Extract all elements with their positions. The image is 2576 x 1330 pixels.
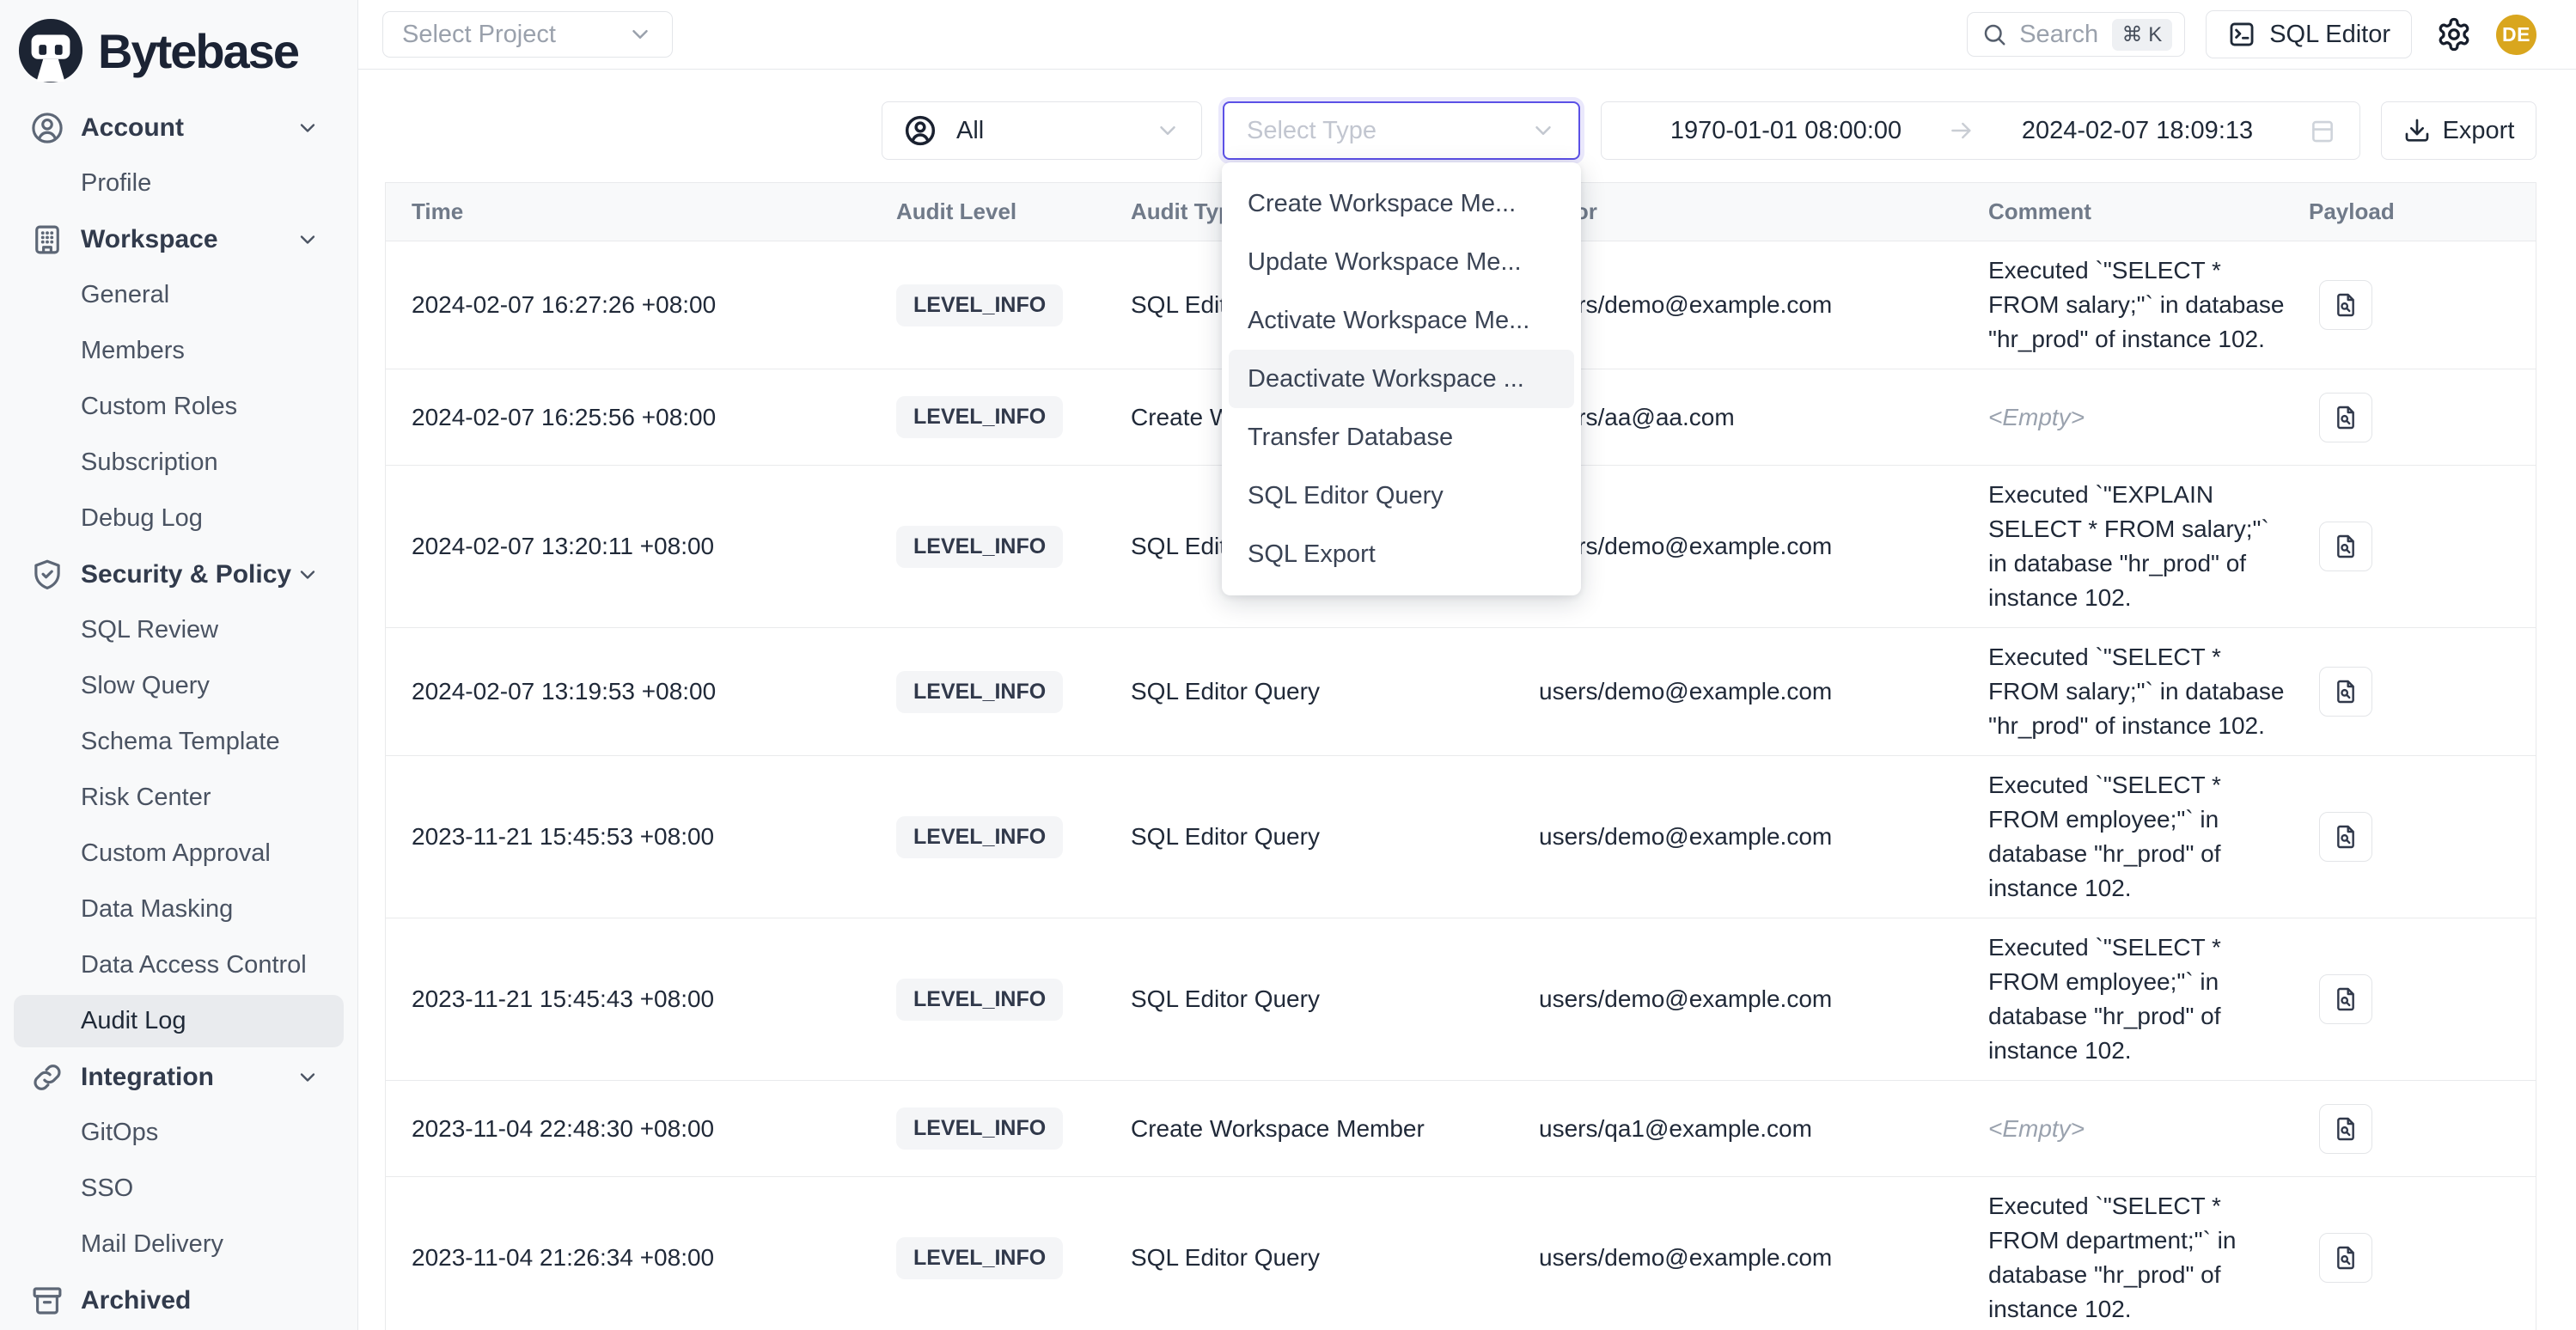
table-row: 2023-11-21 15:45:53 +08:00 LEVEL_INFO SQ…: [386, 756, 2536, 918]
audit-level-badge: LEVEL_INFO: [896, 816, 1063, 858]
sidebar-item-subscription[interactable]: Subscription: [0, 435, 357, 491]
sidebar-item-sql-review[interactable]: SQL Review: [0, 602, 357, 658]
sidebar-item-risk-center[interactable]: Risk Center: [0, 770, 357, 826]
bytebase-logo[interactable]: Bytebase: [0, 0, 357, 96]
type-filter-select[interactable]: Select Type: [1223, 101, 1580, 160]
sidebar-item-slow-query[interactable]: Slow Query: [0, 658, 357, 714]
audit-level-badge: LEVEL_INFO: [896, 671, 1063, 713]
audit-level-badge: LEVEL_INFO: [896, 284, 1063, 326]
payload-view-button[interactable]: [2319, 522, 2372, 571]
sql-editor-button[interactable]: SQL Editor: [2206, 10, 2412, 58]
user-circle-icon: [903, 113, 937, 148]
bytebase-logo-icon: [17, 17, 84, 84]
table-row: 2024-02-07 13:19:53 +08:00 LEVEL_INFO SQ…: [386, 628, 2536, 756]
table-row: 2023-11-04 22:48:30 +08:00 LEVEL_INFO Cr…: [386, 1081, 2536, 1177]
sidebar-item-custom-approval[interactable]: Custom Approval: [0, 826, 357, 882]
sidebar-item-audit-log[interactable]: Audit Log: [14, 995, 344, 1047]
gear-icon[interactable]: [2436, 16, 2472, 52]
menu-item-update-workspace-member[interactable]: Update Workspace Me...: [1229, 233, 1574, 291]
audit-level-badge: LEVEL_INFO: [896, 1107, 1063, 1150]
date-from[interactable]: 1970-01-01 08:00:00: [1624, 117, 1948, 145]
sidebar-item-data-masking[interactable]: Data Masking: [0, 882, 357, 937]
sidebar-section-archived[interactable]: Archived: [0, 1272, 357, 1328]
search-shortcut-badge: ⌘ K: [2112, 19, 2173, 51]
file-search-icon: [2332, 1115, 2359, 1143]
table-row: 2023-11-04 21:26:34 +08:00 LEVEL_INFO SQ…: [386, 1177, 2536, 1330]
menu-item-sql-export[interactable]: SQL Export: [1229, 525, 1574, 583]
topbar: Select Project Search ⌘ K SQL Editor DE: [358, 0, 2576, 70]
chevron-down-icon: [296, 116, 320, 140]
payload-view-button[interactable]: [2319, 667, 2372, 717]
table-row: 2023-11-21 15:45:43 +08:00 LEVEL_INFO SQ…: [386, 918, 2536, 1081]
type-filter-dropdown: Create Workspace Me... Update Workspace …: [1222, 162, 1581, 595]
link-icon: [29, 1059, 65, 1095]
terminal-icon: [2227, 20, 2256, 49]
calendar-icon: [2308, 116, 2337, 145]
file-search-icon: [2332, 404, 2359, 431]
date-to[interactable]: 2024-02-07 18:09:13: [1975, 117, 2299, 145]
sidebar-item-members[interactable]: Members: [0, 323, 357, 379]
menu-item-activate-workspace-member[interactable]: Activate Workspace Me...: [1229, 291, 1574, 350]
actor-filter-select[interactable]: All: [882, 101, 1202, 160]
sidebar-item-gitops[interactable]: GitOps: [0, 1105, 357, 1161]
payload-view-button[interactable]: [2319, 1233, 2372, 1283]
sidebar-item-general[interactable]: General: [0, 267, 357, 323]
menu-item-transfer-database[interactable]: Transfer Database: [1229, 408, 1574, 467]
arrow-right-icon: [1948, 117, 1975, 144]
sidebar-nav: Account Profile Workspace General Member…: [0, 96, 357, 1328]
file-search-icon: [2332, 533, 2359, 560]
audit-level-badge: LEVEL_INFO: [896, 979, 1063, 1021]
date-range-picker[interactable]: 1970-01-01 08:00:00 2024-02-07 18:09:13: [1601, 101, 2360, 160]
sidebar-section-security-policy[interactable]: Security & Policy: [0, 546, 357, 602]
sidebar-item-profile[interactable]: Profile: [0, 156, 357, 211]
audit-level-badge: LEVEL_INFO: [896, 1237, 1063, 1279]
menu-item-sql-editor-query[interactable]: SQL Editor Query: [1229, 467, 1574, 525]
shield-check-icon: [29, 557, 65, 593]
project-select[interactable]: Select Project: [382, 11, 673, 58]
sidebar: Bytebase Account Profile Workspace Gener…: [0, 0, 358, 1330]
search-icon: [1981, 21, 2007, 47]
user-circle-icon: [29, 110, 65, 146]
filter-bar: All Select Type 1970-01-01 08:00:00 2024…: [358, 101, 2576, 160]
file-search-icon: [2332, 678, 2359, 705]
file-search-icon: [2332, 1244, 2359, 1272]
export-button[interactable]: Export: [2381, 101, 2536, 160]
payload-view-button[interactable]: [2319, 1104, 2372, 1154]
payload-view-button[interactable]: [2319, 393, 2372, 442]
file-search-icon: [2332, 985, 2359, 1013]
chevron-down-icon: [627, 21, 653, 47]
bytebase-app: Bytebase Account Profile Workspace Gener…: [0, 0, 2576, 1330]
archive-icon: [29, 1283, 65, 1319]
sidebar-item-custom-roles[interactable]: Custom Roles: [0, 379, 357, 435]
payload-view-button[interactable]: [2319, 812, 2372, 862]
sidebar-section-account[interactable]: Account: [0, 100, 357, 156]
sidebar-item-data-access-control[interactable]: Data Access Control: [0, 937, 357, 993]
payload-view-button[interactable]: [2319, 280, 2372, 330]
audit-level-badge: LEVEL_INFO: [896, 526, 1063, 568]
file-search-icon: [2332, 823, 2359, 851]
search-input[interactable]: Search ⌘ K: [1967, 12, 2185, 57]
download-icon: [2403, 117, 2431, 144]
menu-item-create-workspace-member[interactable]: Create Workspace Me...: [1229, 174, 1574, 233]
audit-level-badge: LEVEL_INFO: [896, 396, 1063, 438]
sidebar-item-sso[interactable]: SSO: [0, 1161, 357, 1217]
sidebar-item-schema-template[interactable]: Schema Template: [0, 714, 357, 770]
chevron-down-icon: [1155, 118, 1181, 143]
payload-view-button[interactable]: [2319, 974, 2372, 1024]
chevron-down-icon: [296, 563, 320, 587]
chevron-down-icon: [296, 228, 320, 252]
sidebar-section-workspace[interactable]: Workspace: [0, 211, 357, 267]
sidebar-section-integration[interactable]: Integration: [0, 1049, 357, 1105]
chevron-down-icon: [1530, 118, 1556, 143]
building-icon: [29, 222, 65, 258]
chevron-down-icon: [296, 1065, 320, 1089]
file-search-icon: [2332, 291, 2359, 319]
menu-item-deactivate-workspace-member[interactable]: Deactivate Workspace ...: [1229, 350, 1574, 408]
brand-name: Bytebase: [98, 23, 298, 79]
avatar[interactable]: DE: [2496, 15, 2536, 55]
sidebar-item-debug-log[interactable]: Debug Log: [0, 491, 357, 546]
sidebar-item-mail-delivery[interactable]: Mail Delivery: [0, 1217, 357, 1272]
